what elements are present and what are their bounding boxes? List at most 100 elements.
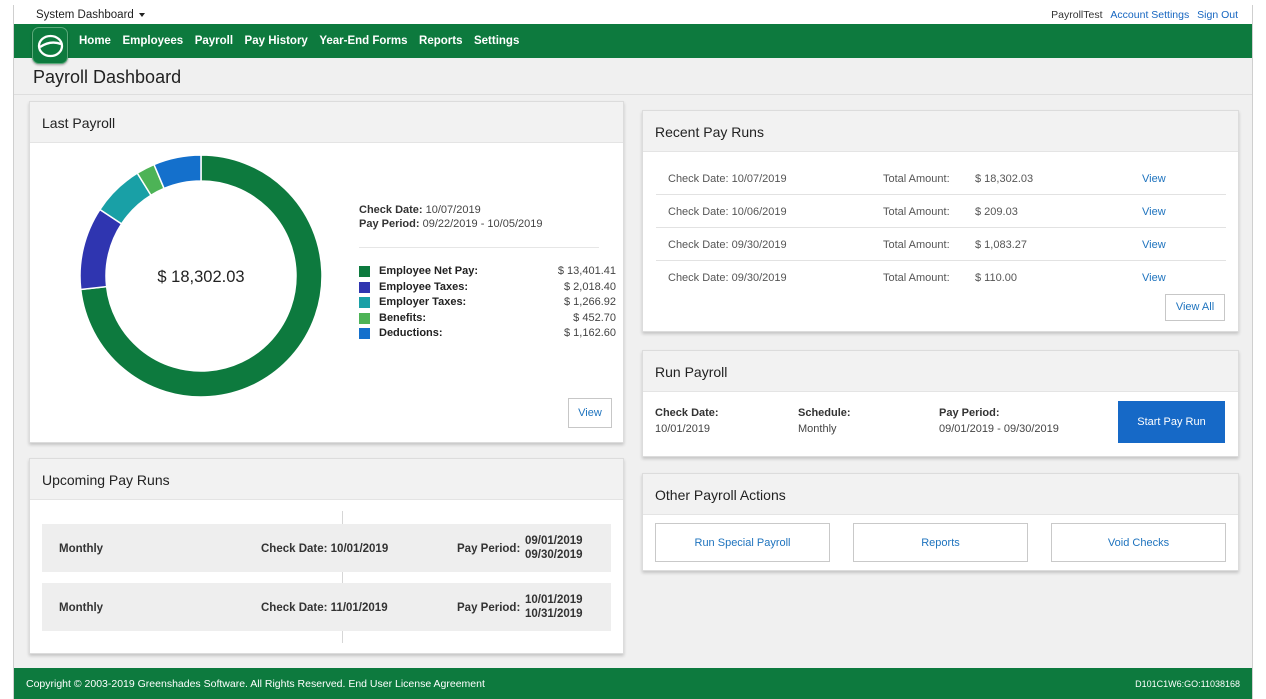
- system-dashboard-menu[interactable]: System Dashboard: [36, 9, 145, 21]
- legend-item: Employer Taxes: $ 1,266.92: [359, 296, 616, 312]
- legend-value: $ 1,162.60: [564, 327, 616, 339]
- divider: [342, 572, 343, 583]
- copyright-text: Copyright © 2003-2019 Greenshades Softwa…: [26, 678, 485, 690]
- nav-home[interactable]: Home: [79, 35, 111, 47]
- upcoming-frequency: Monthly: [59, 543, 104, 555]
- legend-item: Benefits: $ 452.70: [359, 312, 616, 328]
- run-pay-period-label: Pay Period:: [939, 407, 1000, 419]
- legend-label: Employer Taxes:: [379, 296, 467, 308]
- nav-settings[interactable]: Settings: [474, 35, 519, 47]
- upcoming-pay-runs-panel: Upcoming Pay Runs Monthly Check Date: 10…: [29, 458, 624, 654]
- check-date-label: Check Date:: [359, 204, 423, 216]
- legend-label: Deductions:: [379, 327, 443, 339]
- recent-pay-runs-title: Recent Pay Runs: [655, 124, 764, 140]
- upcoming-row: Monthly Check Date: 10/01/2019 Pay Perio…: [42, 524, 611, 572]
- panel-header: Run Payroll: [643, 351, 1238, 392]
- user-links: PayrollTest Account Settings Sign Out: [1046, 9, 1238, 21]
- divider: [342, 511, 343, 524]
- view-last-payroll-button[interactable]: View: [568, 398, 612, 428]
- run-schedule-value: Monthly: [798, 423, 837, 435]
- pay-period-label: Pay Period:: [359, 218, 420, 230]
- divider: [359, 247, 599, 248]
- payroll-legend: Employee Net Pay: $ 13,401.41 Employee T…: [359, 265, 616, 343]
- recent-amount: $ 110.00: [975, 272, 1018, 284]
- donut-total: $ 18,302.03: [157, 268, 245, 286]
- last-payroll-body: $ 18,302.03 Check Date: 10/07/2019 Pay P…: [30, 143, 623, 443]
- legend-item: Employee Taxes: $ 2,018.40: [359, 281, 616, 297]
- top-bar: System Dashboard PayrollTest Account Set…: [14, 5, 1252, 24]
- app-window: System Dashboard PayrollTest Account Set…: [13, 5, 1253, 699]
- nav-pay-history[interactable]: Pay History: [245, 35, 308, 47]
- legend-swatch: [359, 328, 370, 339]
- upcoming-frequency: Monthly: [59, 602, 104, 614]
- last-payroll-panel: Last Payroll $ 18,302.03 Check Date: 10/…: [29, 101, 624, 443]
- reports-button[interactable]: Reports: [853, 523, 1028, 562]
- view-all-button[interactable]: View All: [1165, 294, 1225, 321]
- run-payroll-title: Run Payroll: [655, 364, 728, 380]
- nav-year-end-forms[interactable]: Year-End Forms: [319, 35, 407, 47]
- sign-out-link[interactable]: Sign Out: [1197, 9, 1238, 21]
- upcoming-pay-runs-title: Upcoming Pay Runs: [42, 472, 170, 488]
- start-pay-run-button[interactable]: Start Pay Run: [1118, 401, 1225, 443]
- check-date-value: 10/07/2019: [425, 204, 481, 216]
- legend-item: Employee Net Pay: $ 13,401.41: [359, 265, 616, 281]
- nav-reports[interactable]: Reports: [419, 35, 462, 47]
- recent-row: Check Date: 10/07/2019 Total Amount: $ 1…: [656, 162, 1226, 195]
- account-settings-link[interactable]: Account Settings: [1110, 9, 1189, 21]
- recent-view-link[interactable]: View: [1142, 173, 1166, 185]
- run-schedule-label: Schedule:: [798, 407, 851, 419]
- panel-header: Recent Pay Runs: [643, 111, 1238, 152]
- recent-total-label: Total Amount:: [883, 272, 950, 284]
- legend-label: Benefits:: [379, 311, 427, 324]
- run-payroll-panel: Run Payroll Check Date: 10/01/2019 Sched…: [642, 350, 1239, 457]
- run-pay-period-value: 09/01/2019 - 09/30/2019: [939, 423, 1059, 435]
- recent-view-link[interactable]: View: [1142, 272, 1166, 284]
- footer: Copyright © 2003-2019 Greenshades Softwa…: [14, 668, 1252, 699]
- nav-employees[interactable]: Employees: [122, 35, 183, 47]
- recent-check-date: Check Date: 10/06/2019: [668, 206, 787, 218]
- recent-amount: $ 209.03: [975, 206, 1018, 218]
- recent-amount: $ 18,302.03: [975, 173, 1034, 185]
- legend-swatch: [359, 281, 370, 293]
- upcoming-check-date: Check Date: 10/01/2019: [261, 543, 389, 555]
- last-payroll-title: Last Payroll: [42, 115, 116, 131]
- run-check-date-label: Check Date:: [655, 407, 719, 419]
- panel-header: Other Payroll Actions: [643, 474, 1238, 515]
- recent-total-label: Total Amount:: [883, 173, 950, 185]
- upcoming-period-start: 10/01/2019: [525, 594, 583, 606]
- nav-payroll[interactable]: Payroll: [195, 35, 233, 47]
- recent-total-label: Total Amount:: [883, 239, 950, 251]
- legend-label: Employee Taxes:: [379, 280, 469, 293]
- caret-down-icon: [138, 12, 145, 17]
- panel-header: Last Payroll: [30, 102, 623, 143]
- recent-total-label: Total Amount:: [883, 206, 950, 218]
- legend-swatch: [359, 266, 370, 277]
- upcoming-period-start: 09/01/2019: [525, 535, 583, 547]
- void-checks-button[interactable]: Void Checks: [1051, 523, 1226, 562]
- recent-view-link[interactable]: View: [1142, 206, 1166, 218]
- main-nav: Home Employees Payroll Pay History Year-…: [14, 24, 1252, 64]
- donut-slice-1: [79, 208, 123, 291]
- last-payroll-info: Check Date: 10/07/2019 Pay Period: 09/22…: [359, 203, 542, 231]
- upcoming-period-end: 10/31/2019: [525, 608, 583, 620]
- recent-check-date: Check Date: 09/30/2019: [668, 272, 787, 284]
- recent-check-date: Check Date: 09/30/2019: [668, 239, 787, 251]
- recent-view-link[interactable]: View: [1142, 239, 1166, 251]
- legend-value: $ 452.70: [573, 311, 616, 324]
- upcoming-pay-period-dates: 10/01/2019 10/31/2019: [525, 593, 583, 621]
- legend-value: $ 1,266.92: [564, 296, 616, 308]
- run-special-payroll-button[interactable]: Run Special Payroll: [655, 523, 830, 562]
- legend-value: $ 13,401.41: [557, 265, 616, 277]
- recent-amount: $ 1,083.27: [975, 239, 1027, 251]
- divider: [342, 631, 343, 643]
- recent-check-date: Check Date: 10/07/2019: [668, 173, 787, 185]
- greenshades-logo-icon[interactable]: [32, 27, 68, 64]
- page-header: Payroll Dashboard: [14, 58, 1252, 95]
- recent-row: Check Date: 09/30/2019 Total Amount: $ 1…: [656, 228, 1226, 261]
- nav-items: Home Employees Payroll Pay History Year-…: [79, 24, 531, 58]
- recent-row: Check Date: 10/06/2019 Total Amount: $ 2…: [656, 195, 1226, 228]
- upcoming-period-end: 09/30/2019: [525, 549, 583, 561]
- upcoming-pay-period-dates: 09/01/2019 09/30/2019: [525, 534, 583, 562]
- legend-label: Employee Net Pay:: [379, 265, 479, 277]
- panel-header: Upcoming Pay Runs: [30, 459, 623, 500]
